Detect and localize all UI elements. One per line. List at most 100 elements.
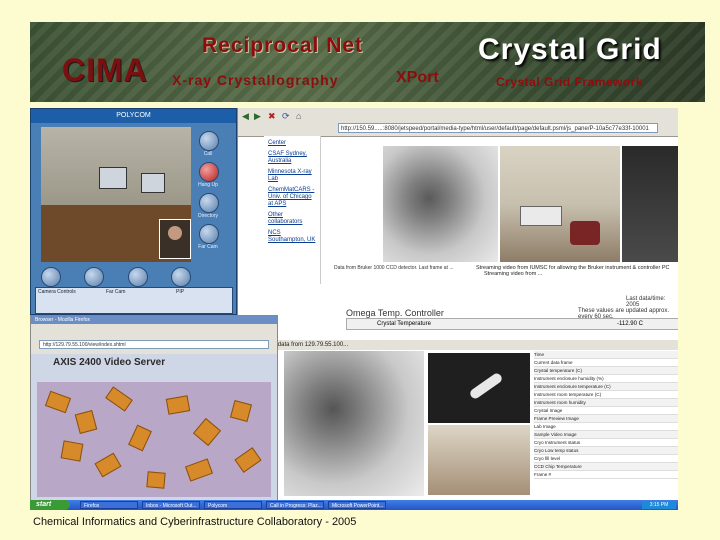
crystal-temperature-value: -112.90 C bbox=[617, 321, 643, 327]
xray-crystallography-subtitle: X-ray Crystallography bbox=[172, 72, 339, 88]
crystal-microscope-image bbox=[37, 382, 271, 497]
sidebar-link-chemmatcars[interactable]: ChemMatCARS - Univ. of Chicago at APS bbox=[268, 187, 318, 208]
sidebar-link-center[interactable]: Center bbox=[268, 140, 318, 147]
hang-up-button-label: Hang Up bbox=[198, 182, 218, 188]
table-row: Instrument enclosure humidity (%) bbox=[534, 375, 678, 383]
crystal bbox=[74, 410, 98, 434]
crystal-camera-image bbox=[428, 353, 530, 423]
table-row: Cryo fill level bbox=[534, 455, 678, 463]
sidebar-link-ncs[interactable]: NCS Southampton, UK bbox=[268, 230, 318, 244]
table-row: Time bbox=[534, 351, 678, 359]
desktop-screenshot: POLYCOM Call Hang Up Directory Far Cam C… bbox=[30, 108, 678, 510]
xport-label: XPort bbox=[396, 69, 439, 86]
crystal bbox=[105, 386, 133, 412]
diffraction-image bbox=[383, 146, 498, 262]
stop-icon[interactable]: ✖ bbox=[268, 111, 276, 122]
taskbar-item-powerpoint[interactable]: Microsoft PowerPoint... bbox=[328, 501, 386, 509]
table-row: Sample Video Image bbox=[534, 431, 678, 439]
tab-far-cam[interactable]: Far Cam bbox=[106, 289, 125, 295]
taskbar-item-firefox[interactable]: Firefox bbox=[80, 501, 138, 509]
crystal bbox=[234, 447, 262, 473]
table-row: Crystal Image bbox=[534, 407, 678, 415]
windows-taskbar: start Firefox Inbox - Microsoft Out... P… bbox=[30, 500, 678, 510]
crystal bbox=[146, 471, 166, 489]
cryo-nozzle bbox=[468, 371, 504, 401]
forward-icon[interactable]: ▶ bbox=[254, 111, 261, 122]
mute-button[interactable] bbox=[84, 267, 105, 287]
axis-address-bar[interactable]: http://129.79.55.100/view/index.shtml bbox=[39, 340, 269, 349]
table-row: Frame # bbox=[534, 471, 678, 479]
speaker-button[interactable] bbox=[41, 267, 61, 287]
table-row: Current data frame bbox=[534, 359, 678, 367]
taskbar-item-call[interactable]: Call in Progress: Plaz... bbox=[266, 501, 324, 509]
crystal bbox=[184, 458, 214, 482]
streaming-caption-2: Streaming video from ... bbox=[484, 271, 543, 277]
axis-video-window: Browser - Mozilla Firefox http://129.79.… bbox=[30, 315, 278, 500]
polycom-window: POLYCOM Call Hang Up Directory Far Cam C… bbox=[30, 108, 237, 315]
frame-preview-image bbox=[284, 351, 424, 496]
crystal-grid-data-panel: Time Current data frame Crystal temperat… bbox=[278, 351, 678, 500]
video-monitor bbox=[99, 167, 127, 189]
table-row: Instrument room humidity bbox=[534, 399, 678, 407]
pip-inset bbox=[159, 219, 191, 259]
taskbar-item-polycom[interactable]: Polycom bbox=[204, 501, 262, 509]
table-row: Frame Preview Image bbox=[534, 415, 678, 423]
streaming-caption: Streaming video from IUMSC for allowing … bbox=[476, 265, 676, 277]
table-row: Instrument room temperature (C) bbox=[534, 391, 678, 399]
person-face bbox=[168, 226, 182, 240]
crystal bbox=[229, 399, 253, 423]
crystal bbox=[94, 452, 122, 478]
crystal bbox=[165, 395, 191, 415]
directory-button-label: Directory bbox=[197, 213, 218, 219]
camera-controls-panel: Camera Controls Far Cam PIP bbox=[35, 287, 233, 314]
lab-chair bbox=[570, 221, 600, 245]
crystal bbox=[60, 440, 84, 462]
start-button[interactable]: start bbox=[30, 500, 70, 510]
lab-video-image bbox=[500, 146, 620, 262]
last-update-label: Last data/time: 2005 bbox=[626, 296, 666, 308]
polycom-button-column: Call Hang Up Directory Far Cam bbox=[198, 131, 223, 250]
refresh-icon[interactable]: ⟳ bbox=[282, 111, 290, 122]
directory-button[interactable] bbox=[199, 193, 219, 213]
lab-image bbox=[428, 425, 530, 495]
far-cam-button[interactable] bbox=[199, 224, 219, 244]
taskbar-item-inbox[interactable]: Inbox - Microsoft Out... bbox=[142, 501, 200, 509]
home-icon[interactable]: ⌂ bbox=[296, 111, 301, 121]
reciprocal-net-browser: ◀ ▶ ✖ ⟳ ⌂ http://150.59.....:8080/jetspe… bbox=[237, 108, 678, 351]
polycom-video-feed bbox=[41, 127, 191, 262]
far-cam-button-label: Far Cam bbox=[198, 244, 218, 250]
table-row: CCD Chip Temperature bbox=[534, 463, 678, 471]
sidebar-link-csaf[interactable]: CSAF Sydney, Australia bbox=[268, 151, 318, 165]
tab-camera-controls[interactable]: Camera Controls bbox=[38, 289, 76, 295]
video-monitor bbox=[141, 173, 165, 193]
hang-up-button[interactable] bbox=[199, 162, 219, 182]
call-button[interactable] bbox=[199, 131, 219, 151]
crystal bbox=[192, 417, 222, 447]
crystal bbox=[44, 390, 72, 414]
axis-browser-toolbar: Browser - Mozilla Firefox http://129.79.… bbox=[31, 316, 277, 355]
address-bar[interactable]: http://150.59.....:8080/jetspeed/portal/… bbox=[338, 123, 658, 133]
back-icon[interactable]: ◀ bbox=[242, 111, 249, 122]
crystal bbox=[128, 424, 152, 452]
axis-window-title: Browser - Mozilla Firefox bbox=[31, 316, 277, 324]
browser-toolbar: ◀ ▶ ✖ ⟳ ⌂ http://150.59.....:8080/jetspe… bbox=[238, 108, 678, 137]
crystal-temperature-table: Crystal Temperature -112.90 C bbox=[346, 318, 678, 330]
axis-page: AXIS 2400 Video Server bbox=[31, 354, 277, 500]
my-video-button[interactable] bbox=[127, 267, 148, 287]
crystal-temperature-label: Crystal Temperature bbox=[377, 321, 431, 327]
call-button-label: Call bbox=[203, 151, 213, 157]
sidebar-link-minnesota[interactable]: Minnesota X-ray Lab bbox=[268, 169, 318, 183]
polycom-brand: POLYCOM bbox=[31, 109, 236, 123]
cima-logo: CIMA bbox=[62, 52, 148, 88]
pip-button[interactable] bbox=[170, 267, 191, 287]
table-row: Crystal temperature (C) bbox=[534, 367, 678, 375]
axis-title: AXIS 2400 Video Server bbox=[53, 357, 166, 368]
diffraction-caption: Data from Bruker 1000 CCD detector. Last… bbox=[334, 265, 454, 271]
crystal-grid-title: Crystal Grid bbox=[478, 33, 662, 66]
status-data-table: Time Current data frame Crystal temperat… bbox=[534, 351, 678, 500]
site-sidebar: Center CSAF Sydney, Australia Minnesota … bbox=[264, 136, 321, 284]
table-row: Cryo Low temp status bbox=[534, 447, 678, 455]
table-row: Lab Image bbox=[534, 423, 678, 431]
sidebar-link-other[interactable]: Other collaborators bbox=[268, 212, 318, 226]
tab-pip[interactable]: PIP bbox=[176, 289, 184, 295]
